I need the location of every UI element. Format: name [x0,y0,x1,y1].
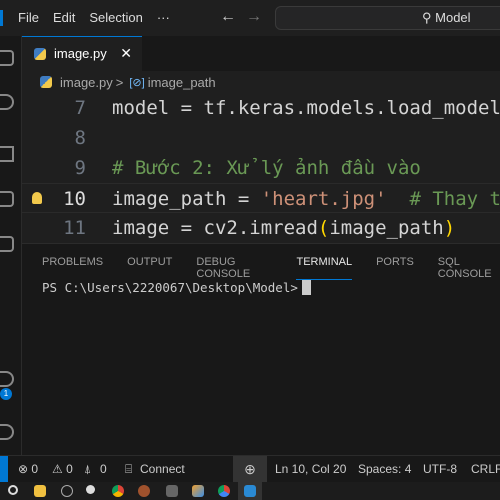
code-line-current: 10image_path = 'heart.jpg' # Thay thế [22,183,500,213]
python-icon [34,47,46,60]
bottom-panel: PROBLEMS OUTPUT DEBUG CONSOLE TERMINAL P… [22,243,500,455]
activity-bar: 1 [0,36,22,455]
obs-icon[interactable] [61,485,73,497]
connect-button[interactable]: Connect [140,462,185,476]
command-center-search[interactable]: ⚲ Model [275,6,500,30]
extensions-icon[interactable] [0,191,14,207]
chrome-icon[interactable] [218,485,230,497]
explorer-icon[interactable] [0,50,14,66]
terminal[interactable]: PS C:\Users\2220067\Desktop\Model> [42,280,311,295]
cursor-position[interactable]: Ln 10, Col 20 [275,462,346,476]
code-line: 11 image = cv2.imread(image_path) [63,217,456,239]
breadcrumb-file[interactable]: image.py [60,75,113,90]
settings-icon[interactable] [86,485,95,494]
ports-count[interactable]: 0 [100,462,107,476]
terminal-prompt: PS C:\Users\2220067\Desktop\Model> [42,280,298,295]
tab-terminal[interactable]: TERMINAL [296,256,353,280]
database-icon: ⌸ [125,462,133,476]
tab-image-py[interactable]: image.py ✕ [22,36,142,71]
tab-ports[interactable]: PORTS [376,256,414,280]
app-icon[interactable] [192,485,204,497]
code-line: 7 model = tf.keras.models.load_model( [74,97,500,119]
search-icon[interactable] [8,485,18,495]
search-icon[interactable] [0,94,14,110]
zoom-icon[interactable]: ⊕ [233,456,267,483]
tab-label: image.py [54,46,107,61]
python-icon [40,76,52,88]
account-icon[interactable] [0,371,14,387]
menu-file[interactable]: File [18,10,39,25]
menu-more[interactable]: ··· [157,10,170,25]
breadcrumb-separator: > [115,74,124,90]
forward-button[interactable]: → [246,8,262,25]
taskbar [0,482,500,500]
settings-gear-icon[interactable] [0,424,14,440]
search-icon: ⚲ [422,10,436,25]
vscode-taskbar-button[interactable] [238,482,262,500]
code-line: 9 # Bước 2: Xử lý ảnh đầu vào [74,157,421,179]
terminal-cursor [301,280,311,295]
json-icon[interactable] [0,236,14,252]
vscode-icon [244,485,256,497]
status-bar: ⊗ 0 ⚠ 0 ⍋ 0 ⌸ Connect ⊕ Ln 10, Col 20 Sp… [0,455,500,483]
code-line: 8 [74,127,86,149]
menu-bar: File Edit Selection ··· [18,10,170,25]
menu-edit[interactable]: Edit [53,10,75,25]
app-accent [0,10,3,26]
run-debug-icon[interactable] [0,146,14,162]
line-ending[interactable]: CRLF [471,462,500,476]
warnings-count[interactable]: ⚠ 0 [52,462,73,476]
tab-problems[interactable]: PROBLEMS [42,256,103,280]
search-value: Model [435,10,471,25]
code-editor[interactable]: 7 model = tf.keras.models.load_model( 8 9… [22,71,500,243]
encoding[interactable]: UTF-8 [423,462,457,476]
indentation[interactable]: Spaces: 4 [358,462,411,476]
back-button[interactable]: ← [220,8,236,25]
close-tab-icon[interactable]: ✕ [120,45,132,62]
tab-output[interactable]: OUTPUT [127,256,172,280]
breadcrumb: image.py > [⊘] image_path [22,71,500,93]
tab-sql-console[interactable]: SQL CONSOLE [438,256,500,280]
ports-icon: ⍋ [84,462,92,476]
menu-selection[interactable]: Selection [89,10,142,25]
title-bar: File Edit Selection ··· ← → ⚲ Model [0,0,500,36]
app-icon[interactable] [138,485,150,497]
remote-indicator[interactable] [0,456,8,483]
notification-badge: 1 [0,388,12,400]
tab-bar: image.py ✕ [22,36,500,71]
breadcrumb-symbol[interactable]: image_path [148,75,216,90]
chrome-icon[interactable] [112,485,124,497]
app-icon[interactable] [166,485,178,497]
tab-debug-console[interactable]: DEBUG CONSOLE [196,256,272,280]
errors-count[interactable]: ⊗ 0 [18,462,38,476]
file-explorer-icon[interactable] [34,485,46,497]
variable-icon: [⊘] [129,76,145,89]
